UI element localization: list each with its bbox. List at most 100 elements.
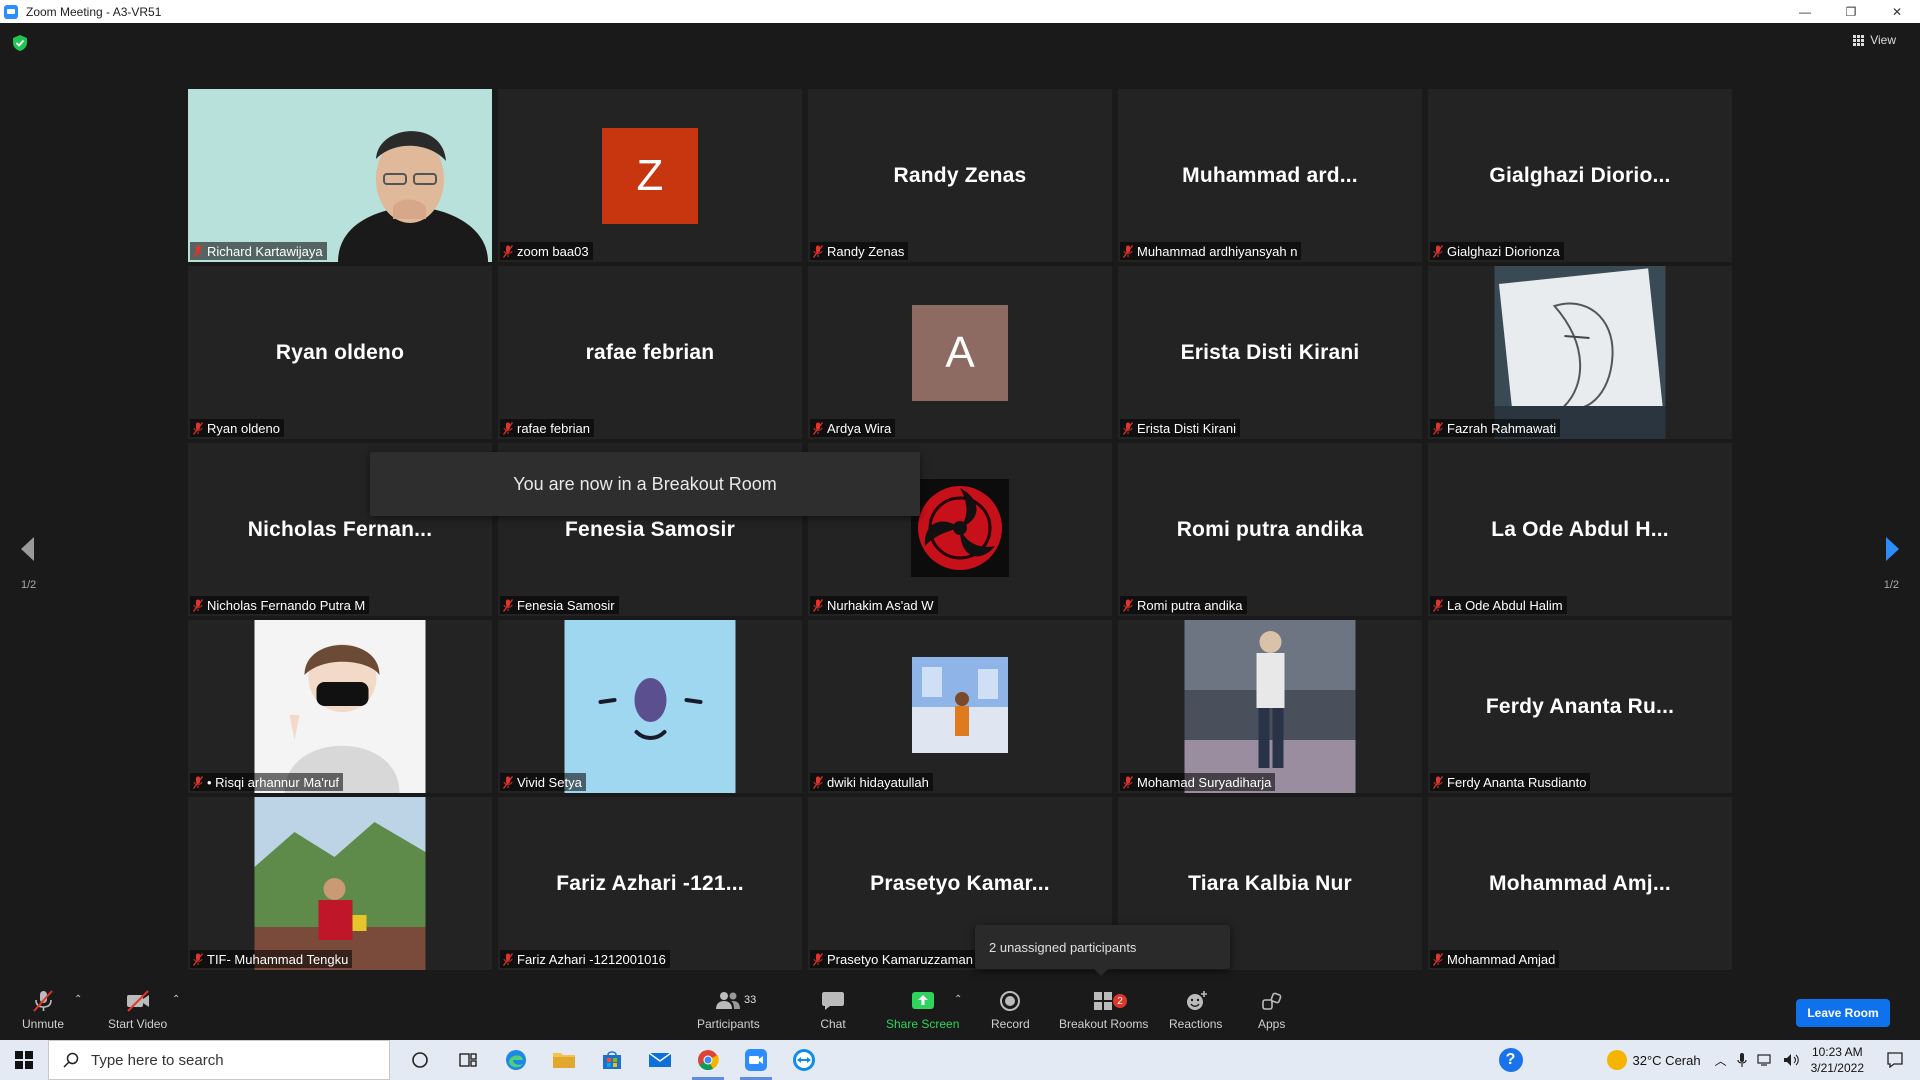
participants-count: 33 xyxy=(744,994,757,1006)
participant-tile[interactable]: Randy Zenas Randy Zenas xyxy=(808,89,1112,262)
network-icon[interactable] xyxy=(1757,1053,1773,1067)
leave-room-button[interactable]: Leave Room xyxy=(1796,999,1890,1027)
next-page-arrow-icon[interactable] xyxy=(1884,535,1902,563)
muted-mic-icon xyxy=(1433,421,1443,435)
share-screen-button[interactable]: Share Screen xyxy=(886,990,959,1031)
participant-display-name: Fariz Azhari -121... xyxy=(556,871,744,895)
participant-name-label: Gialghazi Diorionza xyxy=(1430,242,1564,260)
share-options-caret-icon[interactable]: ⌃ xyxy=(954,994,962,1005)
participant-name-label: Fenesia Samosir xyxy=(500,596,619,614)
participant-display-name: Ferdy Ananta Ru... xyxy=(1485,694,1675,718)
participant-tile[interactable]: Muhammad ard... Muhammad ardhiyansyah n xyxy=(1118,89,1422,262)
close-button[interactable]: ✕ xyxy=(1874,0,1920,23)
participant-name: Muhammad ardhiyansyah n xyxy=(1137,243,1298,259)
notification-center-icon[interactable] xyxy=(1880,1045,1910,1075)
grid-view-icon xyxy=(1853,34,1865,46)
tray-icons: ︿ xyxy=(1715,1052,1801,1069)
participant-avatar: Z xyxy=(602,127,698,224)
muted-mic-icon xyxy=(1433,952,1443,966)
participant-tile[interactable]: Ferdy Ananta Ru... Ferdy Ananta Rusdianto xyxy=(1428,620,1732,793)
reactions-button[interactable]: Reactions xyxy=(1169,990,1222,1031)
windows-logo-icon xyxy=(15,1051,33,1069)
participant-display-name: Randy Zenas xyxy=(893,163,1027,187)
participant-tile[interactable]: Gialghazi Diorio... Gialghazi Diorionza xyxy=(1428,89,1732,262)
participant-photo xyxy=(1494,266,1666,439)
participant-name: Randy Zenas xyxy=(827,243,905,259)
teamviewer-icon[interactable] xyxy=(780,1040,828,1080)
participant-name: rafae febrian xyxy=(517,420,590,436)
chrome-icon[interactable] xyxy=(684,1040,732,1080)
participant-name-label: Prasetyo Kamaruzzaman xyxy=(810,950,977,968)
participant-tile[interactable]: • Risqi arhannur Ma'ruf xyxy=(188,620,492,793)
previous-page-arrow-icon[interactable] xyxy=(18,535,36,563)
participant-name: Romi putra andika xyxy=(1137,597,1243,613)
participant-tile[interactable]: Mohamad Suryadiharja xyxy=(1118,620,1422,793)
record-icon xyxy=(1000,991,1021,1011)
meeting-toolbar: Unmute ⌃ Start Video ⌃ Participants 33 C… xyxy=(0,980,1920,1040)
reactions-smiley-icon xyxy=(1186,991,1207,1010)
show-hidden-icons-chevron-icon[interactable]: ︿ xyxy=(1715,1052,1727,1069)
weather-sun-icon xyxy=(1606,1050,1627,1070)
participant-display-name: Romi putra andika xyxy=(1176,517,1364,541)
participant-tile[interactable]: Richard Kartawijaya xyxy=(188,89,492,262)
chat-label: Chat xyxy=(820,1017,846,1031)
participant-tile[interactable]: Vivid Setya xyxy=(498,620,802,793)
participant-tile[interactable]: dwiki hidayatullah xyxy=(808,620,1112,793)
minimize-button[interactable]: — xyxy=(1782,0,1828,23)
taskbar-pinned-apps xyxy=(396,1040,828,1080)
participant-photo xyxy=(911,479,1009,577)
muted-mic-icon xyxy=(503,598,513,612)
cortana-icon[interactable] xyxy=(396,1040,444,1080)
volume-icon[interactable] xyxy=(1783,1053,1801,1067)
zoom-icon[interactable] xyxy=(732,1040,780,1080)
task-view-icon[interactable] xyxy=(444,1040,492,1080)
unmute-button[interactable]: Unmute xyxy=(22,990,64,1031)
participant-display-name: Tiara Kalbia Nur xyxy=(1188,871,1352,895)
participant-tile[interactable]: TIF- Muhammad Tengku xyxy=(188,797,492,970)
title-bar: Zoom Meeting - A3-VR51 — ❐ ✕ xyxy=(0,0,1920,23)
record-button[interactable]: Record xyxy=(991,990,1030,1031)
start-video-label: Start Video xyxy=(108,1017,168,1031)
participant-name-label: La Ode Abdul Halim xyxy=(1430,596,1567,614)
security-shield-icon[interactable] xyxy=(13,35,27,51)
participant-name-label: Muhammad ardhiyansyah n xyxy=(1120,242,1302,260)
edge-browser-icon[interactable] xyxy=(492,1040,540,1080)
participant-tile[interactable]: Erista Disti Kirani Erista Disti Kirani xyxy=(1118,266,1422,439)
restore-button[interactable]: ❐ xyxy=(1828,0,1874,23)
apps-icon xyxy=(1261,992,1282,1010)
participant-tile[interactable]: Fariz Azhari -121... Fariz Azhari -121200… xyxy=(498,797,802,970)
participant-name-label: Mohammad Amjad xyxy=(1430,950,1560,968)
system-clock[interactable]: 10:23 AM 3/21/2022 xyxy=(1811,1044,1864,1076)
start-video-button[interactable]: Start Video xyxy=(108,990,167,1031)
participant-tile[interactable]: Fazrah Rahmawati xyxy=(1428,266,1732,439)
breakout-rooms-button[interactable]: Breakout Rooms xyxy=(1059,990,1148,1031)
participant-tile[interactable]: A Ardya Wira xyxy=(808,266,1112,439)
participant-tile[interactable]: La Ode Abdul H... La Ode Abdul Halim xyxy=(1428,443,1732,616)
apps-button[interactable]: Apps xyxy=(1258,990,1285,1031)
muted-mic-icon xyxy=(193,244,203,258)
participant-tile[interactable]: rafae febrian rafae febrian xyxy=(498,266,802,439)
participant-tile[interactable]: Mohammad Amj... Mohammad Amjad xyxy=(1428,797,1732,970)
view-button[interactable]: View xyxy=(1853,33,1896,47)
participant-display-name: Prasetyo Kamar... xyxy=(870,871,1050,895)
muted-mic-icon xyxy=(503,244,513,258)
audio-options-caret-icon[interactable]: ⌃ xyxy=(74,994,82,1005)
mail-icon[interactable] xyxy=(636,1040,684,1080)
weather-widget[interactable]: 32°C Cerah xyxy=(1606,1050,1701,1070)
chat-button[interactable]: Chat xyxy=(820,990,846,1031)
participant-name: Nicholas Fernando Putra M xyxy=(207,597,366,613)
start-button[interactable] xyxy=(0,1040,48,1080)
participant-tile[interactable]: Zzoom baa03 xyxy=(498,89,802,262)
microphone-icon[interactable] xyxy=(1737,1052,1747,1068)
muted-mic-icon xyxy=(813,244,823,258)
participant-display-name: La Ode Abdul H... xyxy=(1491,517,1669,541)
microsoft-store-icon[interactable] xyxy=(588,1040,636,1080)
participant-name-label: rafae febrian xyxy=(500,419,594,437)
participant-tile[interactable]: Romi putra andika Romi putra andika xyxy=(1118,443,1422,616)
file-explorer-icon[interactable] xyxy=(540,1040,588,1080)
help-icon[interactable]: ? xyxy=(1498,1048,1523,1072)
video-options-caret-icon[interactable]: ⌃ xyxy=(172,994,180,1005)
participant-tile[interactable]: Ryan oldeno Ryan oldeno xyxy=(188,266,492,439)
participant-name-label: Romi putra andika xyxy=(1120,596,1247,614)
taskbar-search-box[interactable]: Type here to search xyxy=(48,1040,390,1080)
